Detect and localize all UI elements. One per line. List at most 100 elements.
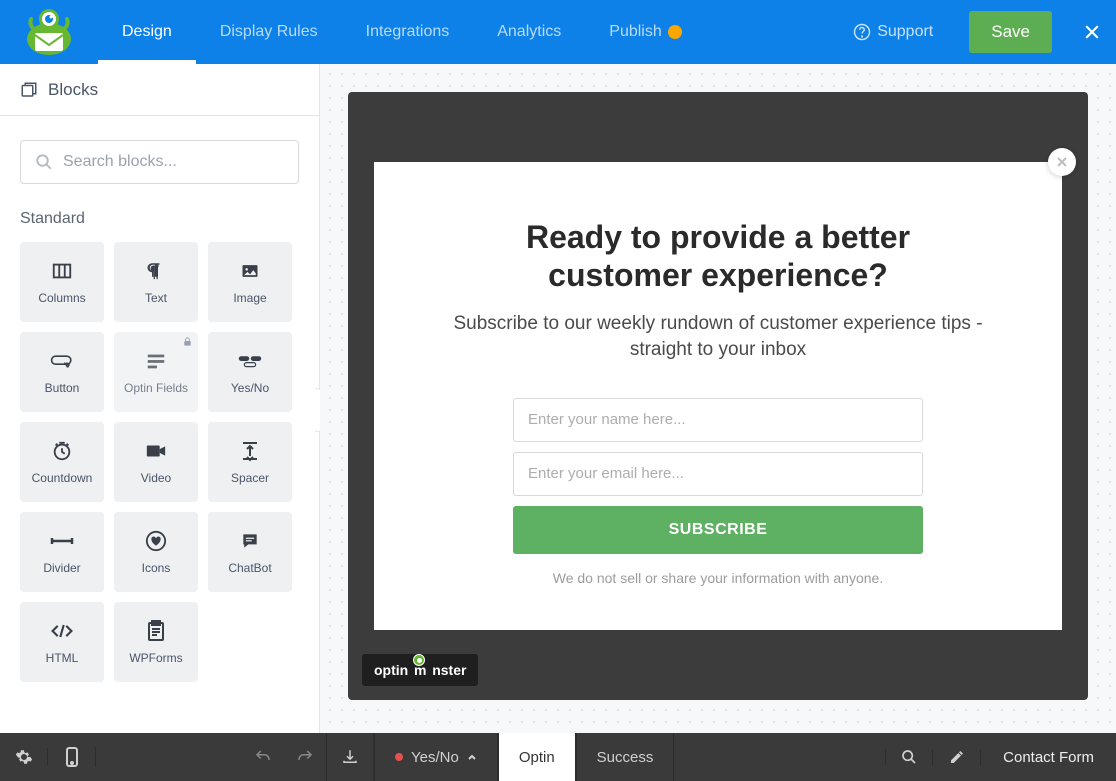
- tab-integrations[interactable]: Integrations: [342, 0, 474, 64]
- subscribe-button[interactable]: SUBSCRIBE: [513, 506, 923, 554]
- tab-publish-label: Publish: [609, 23, 661, 41]
- design-canvas[interactable]: Ready to provide a better customer exper…: [320, 64, 1116, 733]
- view-tabs: Yes/No Optin Success: [374, 733, 674, 781]
- zoom-search-button[interactable]: [885, 749, 933, 765]
- block-video[interactable]: Video: [114, 422, 198, 502]
- block-image[interactable]: Image: [208, 242, 292, 322]
- sidebar-title: Blocks: [48, 80, 98, 100]
- view-tab-label: Optin: [519, 749, 555, 766]
- publish-status-dot-icon: [668, 25, 682, 39]
- sidebar-header: Blocks: [0, 64, 319, 116]
- block-chatbot[interactable]: ChatBot: [208, 512, 292, 592]
- blocks-icon: [20, 81, 38, 99]
- block-countdown[interactable]: Countdown: [20, 422, 104, 502]
- chat-icon: [238, 529, 262, 553]
- redo-icon: [296, 748, 314, 766]
- popup-subheadline[interactable]: Subscribe to our weekly rundown of custo…: [446, 311, 990, 364]
- canvas-frame: Ready to provide a better customer exper…: [348, 92, 1088, 700]
- block-label: Image: [233, 291, 266, 305]
- block-label: HTML: [46, 651, 79, 665]
- block-columns[interactable]: Columns: [20, 242, 104, 322]
- spacer-icon: [238, 439, 262, 463]
- redo-button[interactable]: [284, 748, 326, 766]
- block-spacer[interactable]: Spacer: [208, 422, 292, 502]
- campaign-name[interactable]: Contact Form: [981, 749, 1116, 766]
- tab-display-rules[interactable]: Display Rules: [196, 0, 342, 64]
- optinmonster-badge[interactable]: optinmnster: [362, 654, 478, 686]
- block-label: WPForms: [129, 651, 182, 665]
- optin-popup[interactable]: Ready to provide a better customer exper…: [374, 162, 1062, 630]
- block-yesno[interactable]: Yes/No: [208, 332, 292, 412]
- block-label: ChatBot: [228, 561, 271, 575]
- support-link[interactable]: Support: [833, 23, 953, 41]
- popup-close-button[interactable]: [1048, 148, 1076, 176]
- tab-analytics[interactable]: Analytics: [473, 0, 585, 64]
- app-logo: [0, 7, 98, 57]
- block-icons[interactable]: Icons: [114, 512, 198, 592]
- block-wpforms[interactable]: WPForms: [114, 602, 198, 682]
- code-icon: [50, 619, 74, 643]
- undo-button[interactable]: [242, 748, 284, 766]
- mobile-icon: [65, 747, 79, 767]
- block-optin-fields[interactable]: Optin Fields: [114, 332, 198, 412]
- download-button[interactable]: [326, 733, 374, 781]
- columns-icon: [50, 259, 74, 283]
- download-icon: [341, 748, 359, 766]
- search-icon: [901, 749, 917, 765]
- search-input[interactable]: [63, 153, 284, 171]
- popup-headline[interactable]: Ready to provide a better customer exper…: [446, 218, 990, 295]
- headline-line1: Ready to provide a better: [526, 219, 910, 255]
- block-label: Spacer: [231, 471, 269, 485]
- topnav-right: Support Save: [833, 0, 1116, 64]
- search-icon: [35, 153, 53, 171]
- block-html[interactable]: HTML: [20, 602, 104, 682]
- bottom-toolbar: Yes/No Optin Success Contact Form: [0, 733, 1116, 781]
- save-button[interactable]: Save: [969, 11, 1052, 53]
- recording-dot-icon: [395, 753, 403, 761]
- block-label: Text: [145, 291, 167, 305]
- block-label: Optin Fields: [124, 381, 188, 395]
- block-label: Video: [141, 471, 171, 485]
- gear-icon: [15, 748, 33, 766]
- settings-button[interactable]: [0, 748, 48, 766]
- view-tab-success[interactable]: Success: [576, 733, 675, 781]
- clock-icon: [50, 439, 74, 463]
- undo-icon: [254, 748, 272, 766]
- help-icon: [853, 23, 871, 41]
- search-blocks-box[interactable]: [20, 140, 299, 184]
- tab-publish[interactable]: Publish: [585, 0, 705, 64]
- block-label: Divider: [43, 561, 80, 575]
- view-tab-yesno[interactable]: Yes/No: [374, 733, 498, 781]
- block-divider[interactable]: Divider: [20, 512, 104, 592]
- headline-line2: customer experience?: [548, 257, 888, 293]
- svg-text:¶: ¶: [150, 262, 159, 281]
- view-tab-label: Yes/No: [411, 749, 459, 766]
- section-standard-title: Standard: [0, 190, 319, 242]
- block-label: Countdown: [32, 471, 93, 485]
- mobile-preview-button[interactable]: [48, 747, 96, 767]
- block-label: Icons: [142, 561, 171, 575]
- block-button[interactable]: Button: [20, 332, 104, 412]
- optinmonster-logo-icon: [21, 7, 77, 57]
- badge-text-post: nster: [432, 662, 466, 678]
- fields-icon: [144, 349, 168, 373]
- email-field[interactable]: [513, 452, 923, 496]
- close-editor-button[interactable]: [1068, 0, 1116, 64]
- tab-design[interactable]: Design: [98, 0, 196, 64]
- image-icon: [238, 259, 262, 283]
- close-icon: [1082, 22, 1102, 42]
- support-label: Support: [877, 23, 933, 41]
- pencil-icon: [949, 749, 965, 765]
- main-tabs: Design Display Rules Integrations Analyt…: [98, 0, 706, 64]
- lock-icon: [182, 336, 193, 347]
- button-icon: [50, 349, 74, 373]
- heart-circle-icon: [144, 529, 168, 553]
- name-field[interactable]: [513, 398, 923, 442]
- block-text[interactable]: ¶ Text: [114, 242, 198, 322]
- block-label: Yes/No: [231, 381, 269, 395]
- popup-fineprint[interactable]: We do not sell or share your information…: [446, 570, 990, 586]
- paragraph-icon: ¶: [144, 259, 168, 283]
- block-label: Columns: [38, 291, 85, 305]
- edit-name-button[interactable]: [933, 749, 981, 765]
- view-tab-optin[interactable]: Optin: [498, 733, 576, 781]
